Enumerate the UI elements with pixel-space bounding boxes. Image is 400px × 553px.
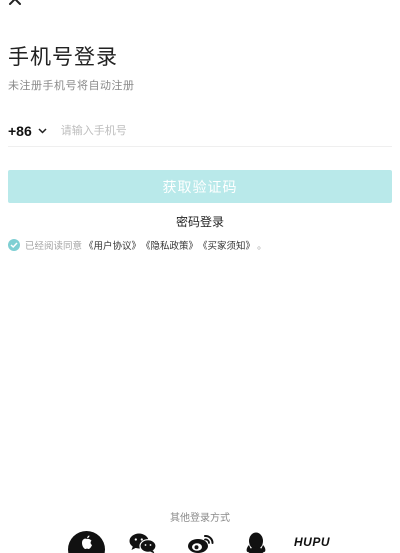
- login-page: 手机号登录 未注册手机号将自动注册 +86 获取验证码 密码登录 已经阅读同意 …: [0, 0, 400, 553]
- qq-icon[interactable]: [245, 532, 267, 553]
- chevron-down-icon: [38, 127, 47, 134]
- weibo-icon[interactable]: [186, 532, 216, 553]
- close-icon[interactable]: [6, 0, 24, 5]
- check-icon[interactable]: [8, 239, 20, 251]
- agreement-suffix: 。: [257, 241, 267, 252]
- apple-login-button[interactable]: [68, 531, 105, 553]
- hupu-login-button[interactable]: HUPU: [294, 535, 330, 549]
- privacy-policy-link[interactable]: 《隐私政策》: [141, 238, 198, 252]
- other-login-methods: HUPU: [0, 528, 400, 553]
- phone-number-input[interactable]: [60, 124, 392, 137]
- apple-icon: [81, 535, 92, 549]
- country-code-label: +86: [8, 122, 32, 139]
- user-agreement-link[interactable]: 《用户协议》: [84, 238, 141, 252]
- get-verification-code-button[interactable]: 获取验证码: [8, 170, 392, 203]
- buyer-notice-link[interactable]: 《买家须知》: [198, 238, 255, 252]
- page-subtitle: 未注册手机号将自动注册: [8, 79, 135, 92]
- password-login-link[interactable]: 密码登录: [0, 213, 400, 230]
- phone-input-row: +86: [8, 115, 392, 147]
- page-title: 手机号登录: [8, 45, 118, 69]
- country-code-selector[interactable]: +86: [8, 123, 47, 139]
- agreement-row: 已经阅读同意 《用户协议》 《隐私政策》 《买家须知》 。: [8, 238, 267, 252]
- agreement-prefix: 已经阅读同意: [25, 241, 83, 252]
- wechat-icon[interactable]: [128, 532, 158, 553]
- other-login-title: 其他登录方式: [170, 513, 230, 524]
